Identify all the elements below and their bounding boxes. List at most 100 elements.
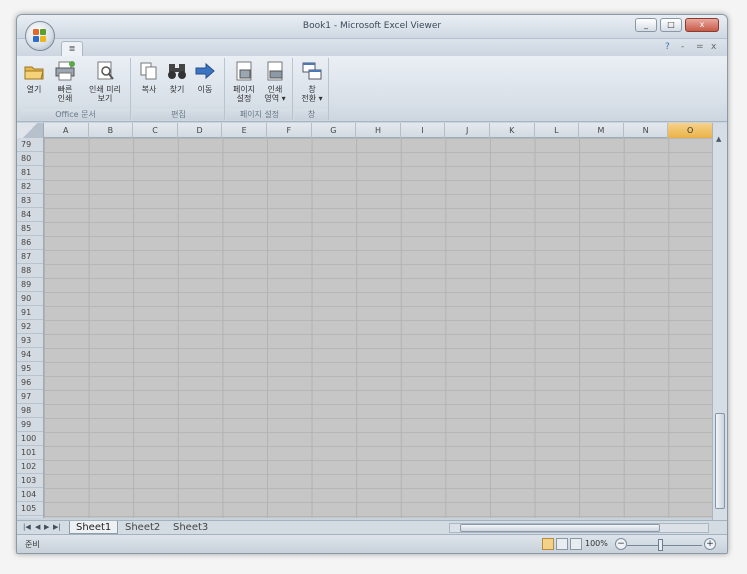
- group-edit: 복사 찾기 이동 편집: [133, 58, 225, 120]
- row-header[interactable]: 85: [17, 222, 43, 236]
- column-header[interactable]: N: [624, 123, 669, 138]
- open-label: 열기: [26, 85, 42, 94]
- ribbon-tab-strip: ≣ ? - = x: [17, 39, 727, 56]
- row-header[interactable]: 81: [17, 166, 43, 180]
- row-header[interactable]: 102: [17, 460, 43, 474]
- quick-print-button[interactable]: 빠른 인쇄: [51, 60, 79, 103]
- quick-print-label: 빠른 인쇄: [57, 85, 73, 103]
- arrow-right-icon: [194, 60, 216, 82]
- column-header[interactable]: L: [535, 123, 580, 138]
- status-bar: 준비 100% − +: [17, 534, 727, 553]
- vertical-scroll-thumb[interactable]: [715, 413, 725, 509]
- help-icon[interactable]: ?: [665, 42, 670, 52]
- ribbon-close-button[interactable]: x: [711, 42, 716, 52]
- normal-view-icon[interactable]: [542, 538, 554, 550]
- row-header[interactable]: 82: [17, 180, 43, 194]
- zoom-slider-track[interactable]: [627, 545, 702, 546]
- row-header[interactable]: 94: [17, 348, 43, 362]
- select-all-corner[interactable]: [17, 123, 44, 138]
- maximize-button[interactable]: □: [660, 18, 682, 32]
- row-header[interactable]: 96: [17, 376, 43, 390]
- row-header[interactable]: 90: [17, 292, 43, 306]
- row-header[interactable]: 106: [17, 516, 43, 518]
- sheet-tab-sheet1[interactable]: Sheet1: [69, 521, 119, 534]
- row-header[interactable]: 100: [17, 432, 43, 446]
- row-header[interactable]: 88: [17, 264, 43, 278]
- row-header[interactable]: 101: [17, 446, 43, 460]
- first-sheet-icon[interactable]: |◀: [23, 523, 31, 531]
- sheet-tab-sheet2[interactable]: Sheet2: [119, 521, 166, 534]
- excel-viewer-window: Book1 - Microsoft Excel Viewer _ □ x ≣ ?…: [16, 14, 728, 554]
- column-header[interactable]: O: [668, 123, 713, 138]
- page-layout-view-icon[interactable]: [556, 538, 568, 550]
- scroll-up-icon[interactable]: ▲: [716, 135, 721, 143]
- switch-window-label: 창 전환 ▾: [301, 85, 323, 103]
- page-break-view-icon[interactable]: [570, 538, 582, 550]
- row-header[interactable]: 97: [17, 390, 43, 404]
- copy-label: 복사: [141, 85, 157, 94]
- column-header[interactable]: E: [222, 123, 267, 138]
- page-setup-button[interactable]: 페이지 설정: [230, 60, 258, 103]
- tab-home[interactable]: ≣: [61, 41, 83, 56]
- sheet-tab-bar: |◀ ◀ ▶ ▶| Sheet1 Sheet2 Sheet3: [17, 520, 727, 534]
- row-header[interactable]: 93: [17, 334, 43, 348]
- close-button[interactable]: x: [685, 18, 719, 32]
- row-header[interactable]: 91: [17, 306, 43, 320]
- binoculars-icon: [166, 60, 188, 82]
- goto-button[interactable]: 이동: [193, 60, 217, 94]
- vertical-scrollbar[interactable]: ▲ ▼: [712, 123, 727, 531]
- column-header[interactable]: H: [356, 123, 401, 138]
- column-header[interactable]: K: [490, 123, 535, 138]
- row-header[interactable]: 79: [17, 138, 43, 152]
- copy-button[interactable]: 복사: [137, 60, 161, 94]
- column-header[interactable]: G: [312, 123, 357, 138]
- column-headers: ABCDEFGHIJKLMNO: [17, 123, 727, 138]
- column-header[interactable]: D: [178, 123, 223, 138]
- zoom-level[interactable]: 100%: [585, 539, 608, 548]
- row-header[interactable]: 87: [17, 250, 43, 264]
- print-preview-label: 인쇄 미리 보기: [89, 85, 121, 103]
- column-header[interactable]: C: [133, 123, 178, 138]
- group-label-page-setup: 페이지 설정: [227, 109, 292, 120]
- zoom-in-button[interactable]: +: [704, 538, 716, 550]
- row-header[interactable]: 80: [17, 152, 43, 166]
- zoom-slider-thumb[interactable]: [658, 539, 663, 551]
- print-area-button[interactable]: 인쇄 영역 ▾: [261, 60, 289, 103]
- minimize-button[interactable]: _: [635, 18, 657, 32]
- row-header[interactable]: 89: [17, 278, 43, 292]
- column-header[interactable]: F: [267, 123, 312, 138]
- row-header[interactable]: 83: [17, 194, 43, 208]
- horizontal-scrollbar[interactable]: [449, 523, 709, 533]
- switch-window-icon: [301, 60, 323, 82]
- office-button[interactable]: [25, 21, 55, 51]
- row-header[interactable]: 86: [17, 236, 43, 250]
- print-area-icon: [264, 60, 286, 82]
- cell-grid[interactable]: [44, 138, 712, 518]
- sheet-tab-sheet3[interactable]: Sheet3: [167, 521, 214, 534]
- row-header[interactable]: 104: [17, 488, 43, 502]
- column-header[interactable]: A: [44, 123, 89, 138]
- switch-window-button[interactable]: 창 전환 ▾: [298, 60, 326, 103]
- horizontal-scroll-thumb[interactable]: [460, 524, 660, 532]
- row-header[interactable]: 105: [17, 502, 43, 516]
- printer-icon: [54, 60, 76, 82]
- row-header[interactable]: 98: [17, 404, 43, 418]
- row-header[interactable]: 92: [17, 320, 43, 334]
- column-header[interactable]: M: [579, 123, 624, 138]
- column-header[interactable]: J: [445, 123, 490, 138]
- row-header[interactable]: 99: [17, 418, 43, 432]
- open-button[interactable]: 열기: [23, 60, 45, 94]
- ribbon-minimize-button[interactable]: -: [681, 42, 684, 52]
- last-sheet-icon[interactable]: ▶|: [53, 523, 61, 531]
- zoom-out-button[interactable]: −: [615, 538, 627, 550]
- row-header[interactable]: 84: [17, 208, 43, 222]
- print-preview-button[interactable]: 인쇄 미리 보기: [85, 60, 125, 103]
- next-sheet-icon[interactable]: ▶: [44, 523, 49, 531]
- ribbon-restore-button[interactable]: =: [696, 42, 704, 52]
- prev-sheet-icon[interactable]: ◀: [35, 523, 40, 531]
- column-header[interactable]: I: [401, 123, 446, 138]
- find-button[interactable]: 찾기: [165, 60, 189, 94]
- row-header[interactable]: 95: [17, 362, 43, 376]
- row-header[interactable]: 103: [17, 474, 43, 488]
- column-header[interactable]: B: [89, 123, 134, 138]
